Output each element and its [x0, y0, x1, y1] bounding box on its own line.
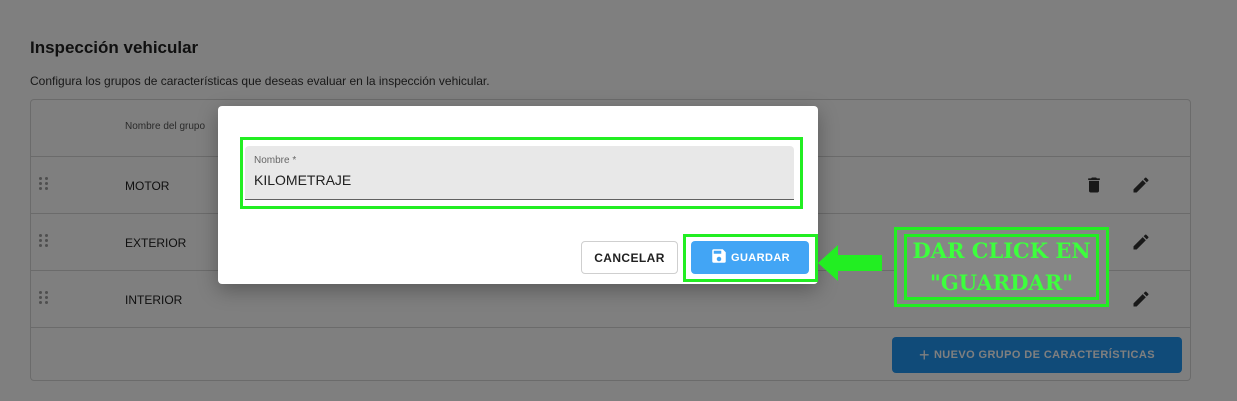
instruction-text: DAR CLICK EN "GUARDAR" — [912, 238, 1091, 295]
instruction-callout-inner: DAR CLICK EN "GUARDAR" — [904, 234, 1099, 300]
arrow-left-icon — [818, 245, 882, 281]
name-input[interactable] — [254, 172, 774, 188]
save-button-label: GUARDAR — [730, 251, 791, 264]
save-button[interactable]: GUARDAR — [691, 241, 809, 274]
instruction-callout: DAR CLICK EN "GUARDAR" — [894, 227, 1109, 307]
cancel-button[interactable]: CANCELAR — [581, 241, 678, 274]
floppy-disk-icon — [710, 247, 728, 268]
name-field-label: Nombre * — [254, 155, 297, 166]
name-field[interactable]: Nombre * — [245, 146, 794, 200]
new-group-dialog: Nombre * CANCELAR GUARDAR — [218, 106, 818, 284]
